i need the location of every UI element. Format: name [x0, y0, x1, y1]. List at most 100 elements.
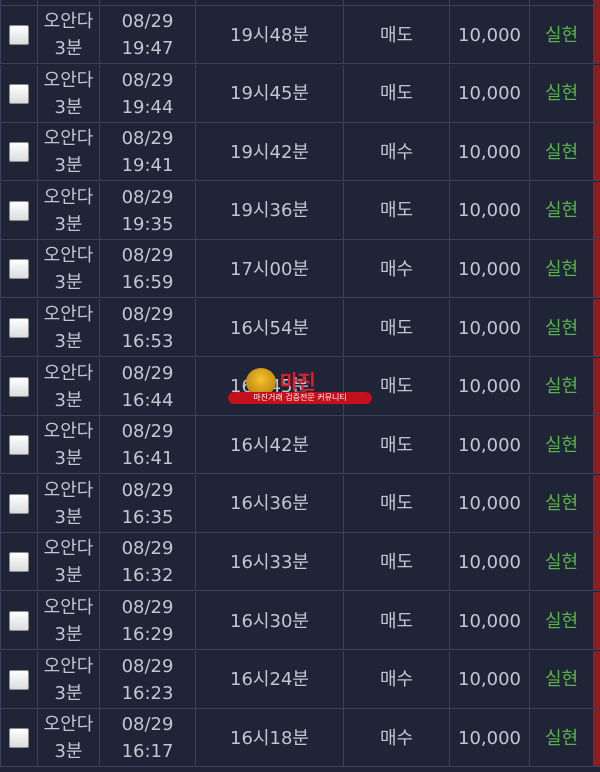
- amount-cell: 10,000: [450, 709, 530, 768]
- game-name: 오안다: [43, 655, 94, 677]
- checkbox-cell: [0, 240, 38, 299]
- trade-amount: 10,000: [458, 258, 521, 280]
- game-cell: 오안다 3분: [38, 474, 100, 533]
- datetime-cell: 08/29 16:41: [100, 416, 196, 475]
- row-checkbox[interactable]: [9, 669, 29, 690]
- game-name: 오안다: [43, 362, 94, 384]
- amount-cell: 10,000: [450, 533, 530, 592]
- datetime-cell: 08/29 16:44: [100, 357, 196, 416]
- row-checkbox[interactable]: [9, 259, 29, 280]
- trade-status: 실현: [544, 83, 579, 105]
- row-checkbox[interactable]: [9, 142, 29, 163]
- trade-status: 실현: [544, 610, 579, 632]
- trade-amount: 10,000: [458, 200, 521, 222]
- round-cell: 16시24분: [196, 650, 344, 709]
- trade-date: 08/29: [121, 655, 174, 677]
- row-edge-marker: [594, 474, 600, 532]
- trade-date: 08/29: [121, 11, 174, 32]
- row-checkbox[interactable]: [9, 318, 29, 338]
- datetime-cell: 08/29 16:35: [100, 474, 196, 533]
- row-checkbox[interactable]: [9, 493, 29, 514]
- row-checkbox[interactable]: [9, 200, 29, 221]
- status-cell: 실현: [530, 474, 594, 533]
- row-edge-marker: [594, 6, 600, 63]
- game-name: 오안다: [43, 421, 94, 443]
- trade-amount: 10,000: [458, 376, 521, 398]
- trade-type-cell: 매도: [344, 416, 450, 475]
- table-row: 오안다 3분 08/29 19:47 19시48분 매도 10,000 실현: [0, 6, 600, 64]
- row-checkbox[interactable]: [9, 435, 29, 456]
- checkbox-cell: [0, 592, 38, 650]
- trade-type-cell: 매도: [344, 6, 450, 64]
- game-cell: 오안다 3분: [38, 123, 100, 182]
- trade-type-cell: 매도: [344, 357, 450, 416]
- datetime-cell: 08/29 16:53: [100, 299, 196, 357]
- game-cell: 오안다 3분: [38, 709, 100, 768]
- trade-date: 08/29: [121, 714, 174, 736]
- round-label: 16시30분: [230, 610, 309, 632]
- table-row: 오안다 3분 08/29 16:17 16시18분 매수 10,000 실현: [0, 709, 600, 768]
- trade-amount: 10,000: [458, 493, 521, 515]
- trade-type-cell: 매수: [344, 650, 450, 709]
- table-row: 오안다 3분 08/29 16:29 16시30분 매도 10,000 실현: [0, 592, 600, 650]
- row-checkbox[interactable]: [9, 728, 29, 749]
- row-checkbox[interactable]: [9, 376, 29, 397]
- game-interval: 3분: [54, 565, 83, 587]
- game-cell: 오안다 3분: [38, 240, 100, 299]
- checkbox-cell: [0, 709, 38, 768]
- row-checkbox[interactable]: [9, 552, 29, 573]
- round-label: 16시33분: [230, 551, 309, 573]
- table-row: 오안다 3분 08/29 16:41 16시42분 매도 10,000 실현: [0, 416, 600, 475]
- datetime-cell: 08/29 19:47: [100, 6, 196, 64]
- game-cell: 오안다 3분: [38, 592, 100, 650]
- trade-status: 실현: [544, 493, 579, 515]
- trade-status: 실현: [544, 317, 579, 339]
- table-row: 오안다 3분 08/29 16:32 16시33분 매도 10,000 실현: [0, 533, 600, 592]
- trade-type-cell: 매도: [344, 533, 450, 592]
- round-label: 19시45분: [230, 83, 309, 105]
- row-edge-marker: [594, 592, 600, 649]
- datetime-cell: 08/29 16:29: [100, 592, 196, 650]
- trade-amount: 10,000: [458, 551, 521, 573]
- row-edge-marker: [594, 64, 600, 122]
- status-cell: 실현: [530, 6, 594, 64]
- round-cell: 16시30분: [196, 592, 344, 650]
- trade-time: 16:29: [121, 624, 174, 645]
- trade-type-cell: 매수: [344, 240, 450, 299]
- row-checkbox[interactable]: [9, 83, 29, 104]
- trade-status: 실현: [544, 551, 579, 573]
- game-cell: 오안다 3분: [38, 357, 100, 416]
- game-interval: 3분: [54, 213, 83, 235]
- trade-date: 08/29: [121, 186, 174, 208]
- status-cell: 실현: [530, 123, 594, 182]
- game-cell: 오안다 3분: [38, 181, 100, 240]
- trade-date: 08/29: [121, 421, 174, 443]
- trade-type: 매수: [379, 141, 414, 163]
- table-row: 오안다 3분 08/29 19:44 19시45분 매도 10,000 실현: [0, 64, 600, 123]
- datetime-cell: 08/29 19:41: [100, 123, 196, 182]
- trade-amount: 10,000: [458, 317, 521, 339]
- row-edge-marker: [594, 650, 600, 708]
- round-label: 16시36분: [230, 493, 309, 515]
- checkbox-cell: [0, 357, 38, 416]
- trade-time: 19:41: [121, 155, 174, 177]
- game-cell: 오안다 3분: [38, 64, 100, 123]
- row-checkbox[interactable]: [9, 25, 29, 45]
- trade-type: 매도: [379, 376, 414, 398]
- trade-time: 16:32: [121, 565, 174, 587]
- trade-type-cell: 매도: [344, 474, 450, 533]
- game-name: 오안다: [43, 714, 94, 736]
- row-edge-marker: [594, 123, 600, 181]
- status-cell: 실현: [530, 533, 594, 592]
- trade-type: 매수: [379, 258, 414, 280]
- row-checkbox[interactable]: [9, 611, 29, 631]
- game-cell: 오안다 3분: [38, 6, 100, 64]
- table-row: 오안다 3분 08/29 16:44 16시45분 매도 10,000 실현: [0, 357, 600, 416]
- trade-type: 매도: [379, 24, 414, 46]
- datetime-cell: 08/29 19:35: [100, 181, 196, 240]
- round-label: 16시42분: [230, 434, 309, 456]
- game-interval: 3분: [54, 331, 83, 352]
- status-cell: 실현: [530, 709, 594, 768]
- trade-time: 19:47: [121, 38, 174, 59]
- status-cell: 실현: [530, 357, 594, 416]
